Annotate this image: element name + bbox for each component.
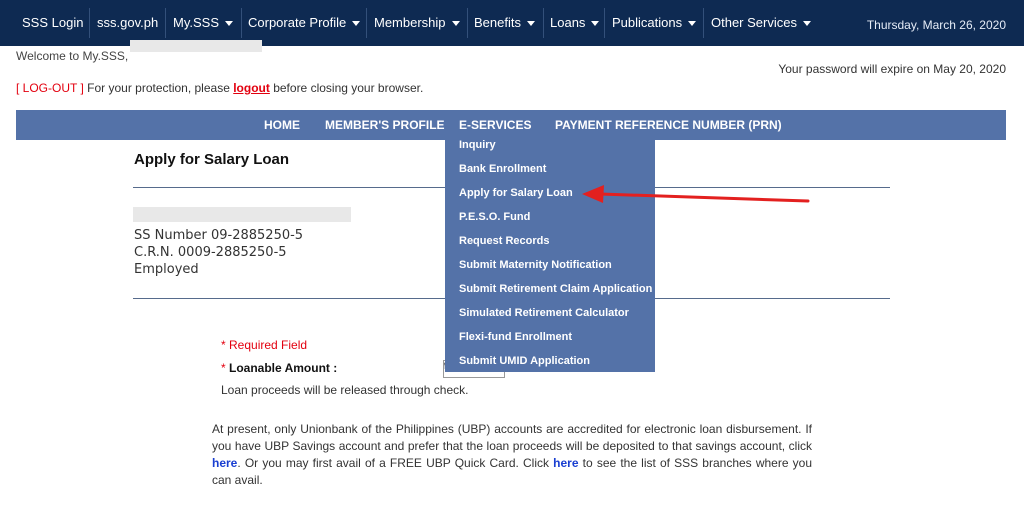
red-arrow-annotation — [582, 185, 810, 203]
arrow-line — [598, 192, 810, 203]
arrow-head — [582, 185, 604, 203]
